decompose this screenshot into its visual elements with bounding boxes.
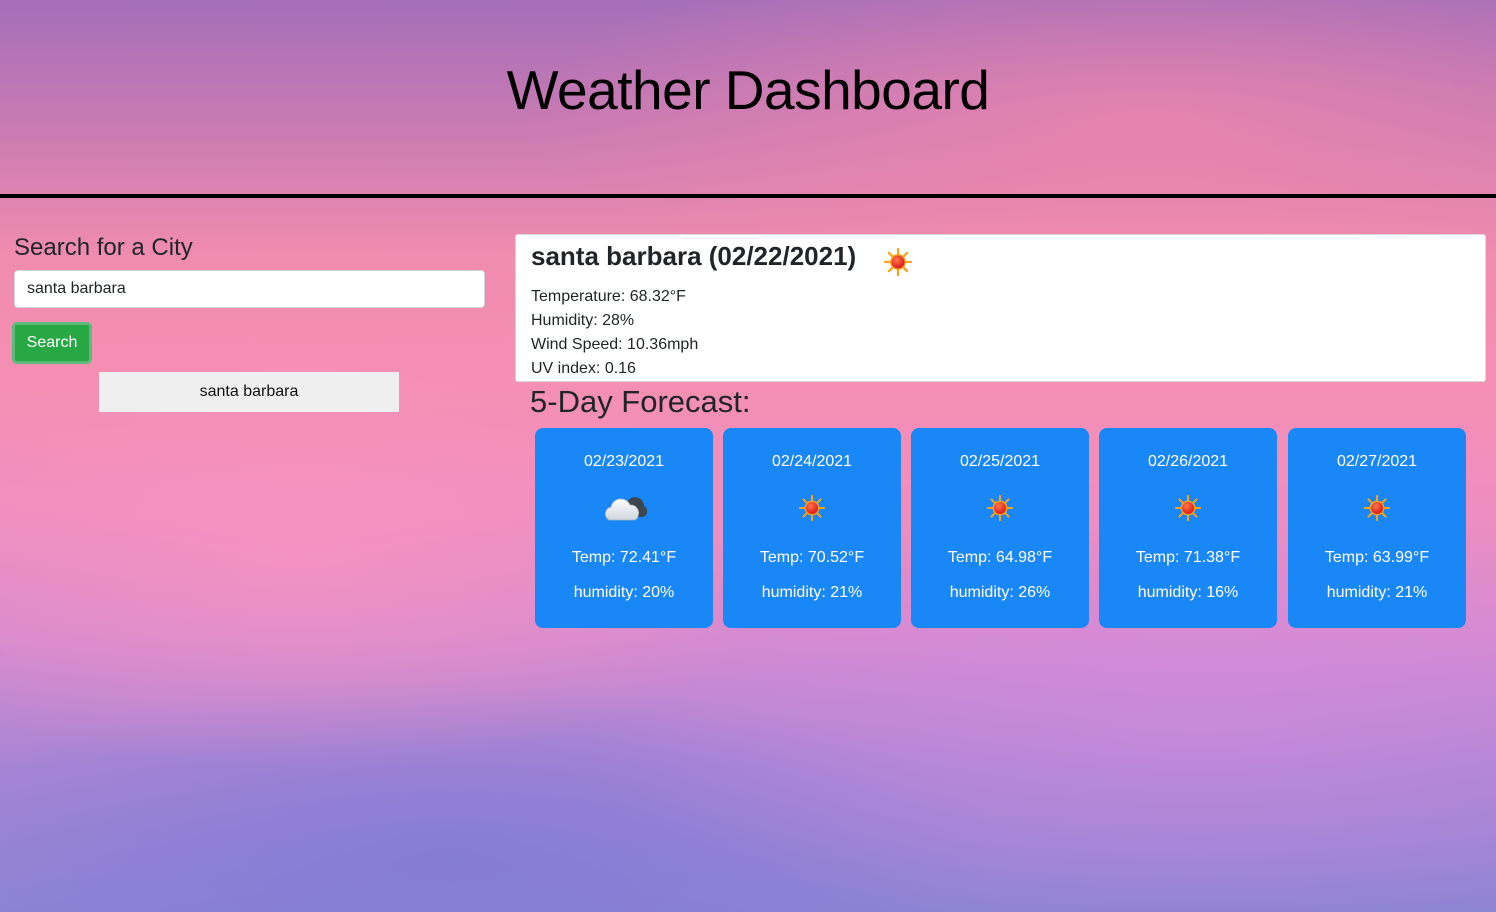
forecast-temp: Temp: 64.98°F [947, 549, 1053, 566]
forecast-card: 02/26/2021 Temp: 71.38°F humidity: 16% [1099, 428, 1277, 628]
sun-icon [1288, 494, 1466, 524]
forecast-humidity: humidity: 26% [949, 584, 1051, 601]
cloud-icon [535, 494, 713, 524]
forecast-card: 02/24/2021 Temp: 70.52°F humidity: 21% [723, 428, 901, 628]
current-wind-speed: Wind Speed: 10.36mph [531, 336, 699, 353]
forecast-date: 02/24/2021 [771, 453, 853, 470]
history-item[interactable]: santa barbara [99, 372, 399, 412]
sun-icon [883, 247, 913, 282]
forecast-temp: Temp: 63.99°F [1324, 549, 1430, 566]
current-weather-panel: santa barbara (02/22/2021) Temperature: … [515, 234, 1486, 382]
forecast-humidity: humidity: 21% [1326, 584, 1428, 601]
forecast-date: 02/23/2021 [583, 453, 665, 470]
forecast-date: 02/25/2021 [959, 453, 1041, 470]
forecast-humidity: humidity: 16% [1137, 584, 1239, 601]
forecast-temp: Temp: 71.38°F [1135, 549, 1241, 566]
forecast-card: 02/25/2021 Temp: 64.98°F humidity: 26% [911, 428, 1089, 628]
forecast-humidity: humidity: 21% [761, 584, 863, 601]
sun-icon [723, 494, 901, 524]
city-search-input[interactable] [14, 270, 485, 308]
sun-icon [911, 494, 1089, 524]
forecast-temp: Temp: 72.41°F [571, 549, 677, 566]
page-title: Weather Dashboard [506, 59, 990, 121]
forecast-humidity: humidity: 20% [573, 584, 675, 601]
sun-icon [1099, 494, 1277, 524]
forecast-date: 02/26/2021 [1147, 453, 1229, 470]
forecast-heading: 5-Day Forecast: [530, 384, 751, 419]
search-button[interactable]: Search [12, 322, 92, 364]
current-city-title: santa barbara (02/22/2021) [531, 241, 857, 271]
forecast-card: 02/23/2021 Temp: 72.41°F humidity: 20% [535, 428, 713, 628]
forecast-date: 02/27/2021 [1336, 453, 1418, 470]
forecast-card: 02/27/2021 Temp: 63.99°F humidity: 21% [1288, 428, 1466, 628]
search-heading: Search for a City [14, 234, 193, 261]
page-header: Weather Dashboard [0, 0, 1496, 198]
current-uv-index: UV index: 0.16 [531, 360, 636, 377]
current-temperature: Temperature: 68.32°F [531, 288, 686, 305]
forecast-temp: Temp: 70.52°F [759, 549, 865, 566]
current-humidity: Humidity: 28% [531, 312, 635, 329]
